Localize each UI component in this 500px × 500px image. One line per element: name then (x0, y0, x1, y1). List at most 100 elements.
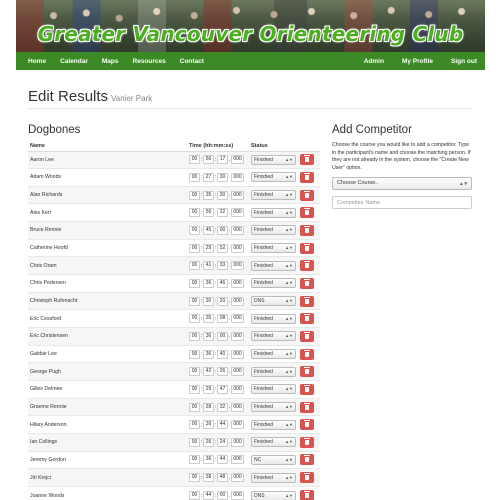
status-select[interactable]: Finished ▲▼ (251, 402, 297, 413)
seconds-input[interactable]: 30 (217, 172, 229, 182)
milliseconds-input[interactable]: 000 (231, 437, 245, 447)
hours-input[interactable]: 00 (189, 455, 201, 465)
site-title[interactable]: Greater Vancouver Orienteering Club (16, 22, 485, 46)
status-select[interactable]: Finished ▲▼ (251, 331, 297, 342)
minutes-input[interactable]: 44 (203, 491, 215, 500)
minutes-input[interactable]: 36 (203, 331, 215, 341)
milliseconds-input[interactable]: 000 (231, 278, 245, 288)
seconds-input[interactable]: 47 (217, 384, 229, 394)
minutes-input[interactable]: 35 (203, 314, 215, 324)
milliseconds-input[interactable]: 000 (231, 455, 245, 465)
milliseconds-input[interactable]: 000 (231, 402, 245, 412)
delete-button[interactable] (300, 383, 315, 395)
minutes-input[interactable]: 38 (203, 473, 215, 483)
status-select[interactable]: Finished ▲▼ (251, 384, 297, 395)
status-select[interactable]: Finished ▲▼ (251, 437, 297, 448)
delete-button[interactable] (300, 330, 315, 342)
seconds-input[interactable]: 48 (217, 473, 229, 483)
hours-input[interactable]: 00 (189, 349, 201, 359)
hours-input[interactable]: 00 (189, 296, 201, 306)
status-select[interactable]: Finished ▲▼ (251, 419, 297, 430)
seconds-input[interactable]: 00 (217, 331, 229, 341)
milliseconds-input[interactable]: 000 (231, 296, 245, 306)
milliseconds-input[interactable]: 000 (231, 314, 245, 324)
status-select[interactable]: Finished ▲▼ (251, 225, 297, 236)
milliseconds-input[interactable]: 000 (231, 349, 245, 359)
milliseconds-input[interactable]: 000 (231, 208, 245, 218)
delete-button[interactable] (300, 171, 315, 183)
delete-button[interactable] (300, 366, 315, 378)
milliseconds-input[interactable]: 000 (231, 420, 245, 430)
minutes-input[interactable]: 35 (203, 190, 215, 200)
status-select[interactable]: Finished ▲▼ (251, 278, 297, 289)
minutes-input[interactable]: 26 (203, 437, 215, 447)
seconds-input[interactable]: 20 (217, 296, 229, 306)
hours-input[interactable]: 00 (189, 367, 201, 377)
hours-input[interactable]: 00 (189, 473, 201, 483)
minutes-input[interactable]: 36 (203, 349, 215, 359)
status-select[interactable]: NC ▲▼ (251, 454, 297, 465)
milliseconds-input[interactable]: 000 (231, 367, 245, 377)
delete-button[interactable] (300, 207, 315, 219)
seconds-input[interactable]: 22 (217, 208, 229, 218)
status-select[interactable]: Finished ▲▼ (251, 154, 297, 165)
minutes-input[interactable]: 56 (203, 155, 215, 165)
minutes-input[interactable]: 45 (203, 225, 215, 235)
minutes-input[interactable]: 36 (203, 278, 215, 288)
delete-button[interactable] (300, 242, 315, 254)
nav-calendar[interactable]: Calendar (60, 58, 88, 65)
nav-resources[interactable]: Resources (133, 58, 166, 65)
minutes-input[interactable]: 39 (203, 420, 215, 430)
status-select[interactable]: DNS ▲▼ (251, 296, 297, 307)
nav-contact[interactable]: Contact (180, 58, 204, 65)
hours-input[interactable]: 00 (189, 402, 201, 412)
delete-button[interactable] (300, 277, 315, 289)
milliseconds-input[interactable]: 000 (231, 473, 245, 483)
seconds-input[interactable]: 46 (217, 278, 229, 288)
minutes-input[interactable]: 28 (203, 402, 215, 412)
milliseconds-input[interactable]: 000 (231, 331, 245, 341)
minutes-input[interactable]: 56 (203, 208, 215, 218)
nav-maps[interactable]: Maps (102, 58, 119, 65)
delete-button[interactable] (300, 224, 315, 236)
hours-input[interactable]: 00 (189, 243, 201, 253)
hours-input[interactable]: 00 (189, 331, 201, 341)
hours-input[interactable]: 00 (189, 261, 201, 271)
minutes-input[interactable]: 41 (203, 261, 215, 271)
milliseconds-input[interactable]: 000 (231, 155, 245, 165)
hours-input[interactable]: 00 (189, 172, 201, 182)
delete-button[interactable] (300, 189, 315, 201)
seconds-input[interactable]: 30 (217, 190, 229, 200)
hours-input[interactable]: 00 (189, 491, 201, 500)
status-select[interactable]: Finished ▲▼ (251, 172, 297, 183)
seconds-input[interactable]: 00 (217, 225, 229, 235)
hours-input[interactable]: 00 (189, 208, 201, 218)
nav-admin[interactable]: Admin (364, 58, 384, 65)
milliseconds-input[interactable]: 000 (231, 243, 245, 253)
delete-button[interactable] (300, 154, 315, 166)
hours-input[interactable]: 00 (189, 225, 201, 235)
course-select[interactable]: Choose Course.. ▲▼ (332, 177, 472, 190)
status-select[interactable]: Finished ▲▼ (251, 472, 297, 483)
seconds-input[interactable]: 24 (217, 437, 229, 447)
milliseconds-input[interactable]: 000 (231, 190, 245, 200)
milliseconds-input[interactable]: 000 (231, 384, 245, 394)
milliseconds-input[interactable]: 000 (231, 261, 245, 271)
hours-input[interactable]: 00 (189, 420, 201, 430)
minutes-input[interactable]: 42 (203, 367, 215, 377)
status-select[interactable]: Finished ▲▼ (251, 349, 297, 360)
hours-input[interactable]: 00 (189, 437, 201, 447)
seconds-input[interactable]: 52 (217, 243, 229, 253)
status-select[interactable]: Finished ▲▼ (251, 260, 297, 271)
status-select[interactable]: Finished ▲▼ (251, 207, 297, 218)
nav-my-profile[interactable]: My Profile (402, 58, 433, 65)
nav-sign-out[interactable]: Sign out (451, 58, 477, 65)
hours-input[interactable]: 00 (189, 384, 201, 394)
milliseconds-input[interactable]: 000 (231, 172, 245, 182)
seconds-input[interactable]: 44 (217, 455, 229, 465)
milliseconds-input[interactable]: 000 (231, 491, 245, 500)
minutes-input[interactable]: 30 (203, 296, 215, 306)
status-select[interactable]: Finished ▲▼ (251, 243, 297, 254)
minutes-input[interactable]: 27 (203, 172, 215, 182)
milliseconds-input[interactable]: 000 (231, 225, 245, 235)
